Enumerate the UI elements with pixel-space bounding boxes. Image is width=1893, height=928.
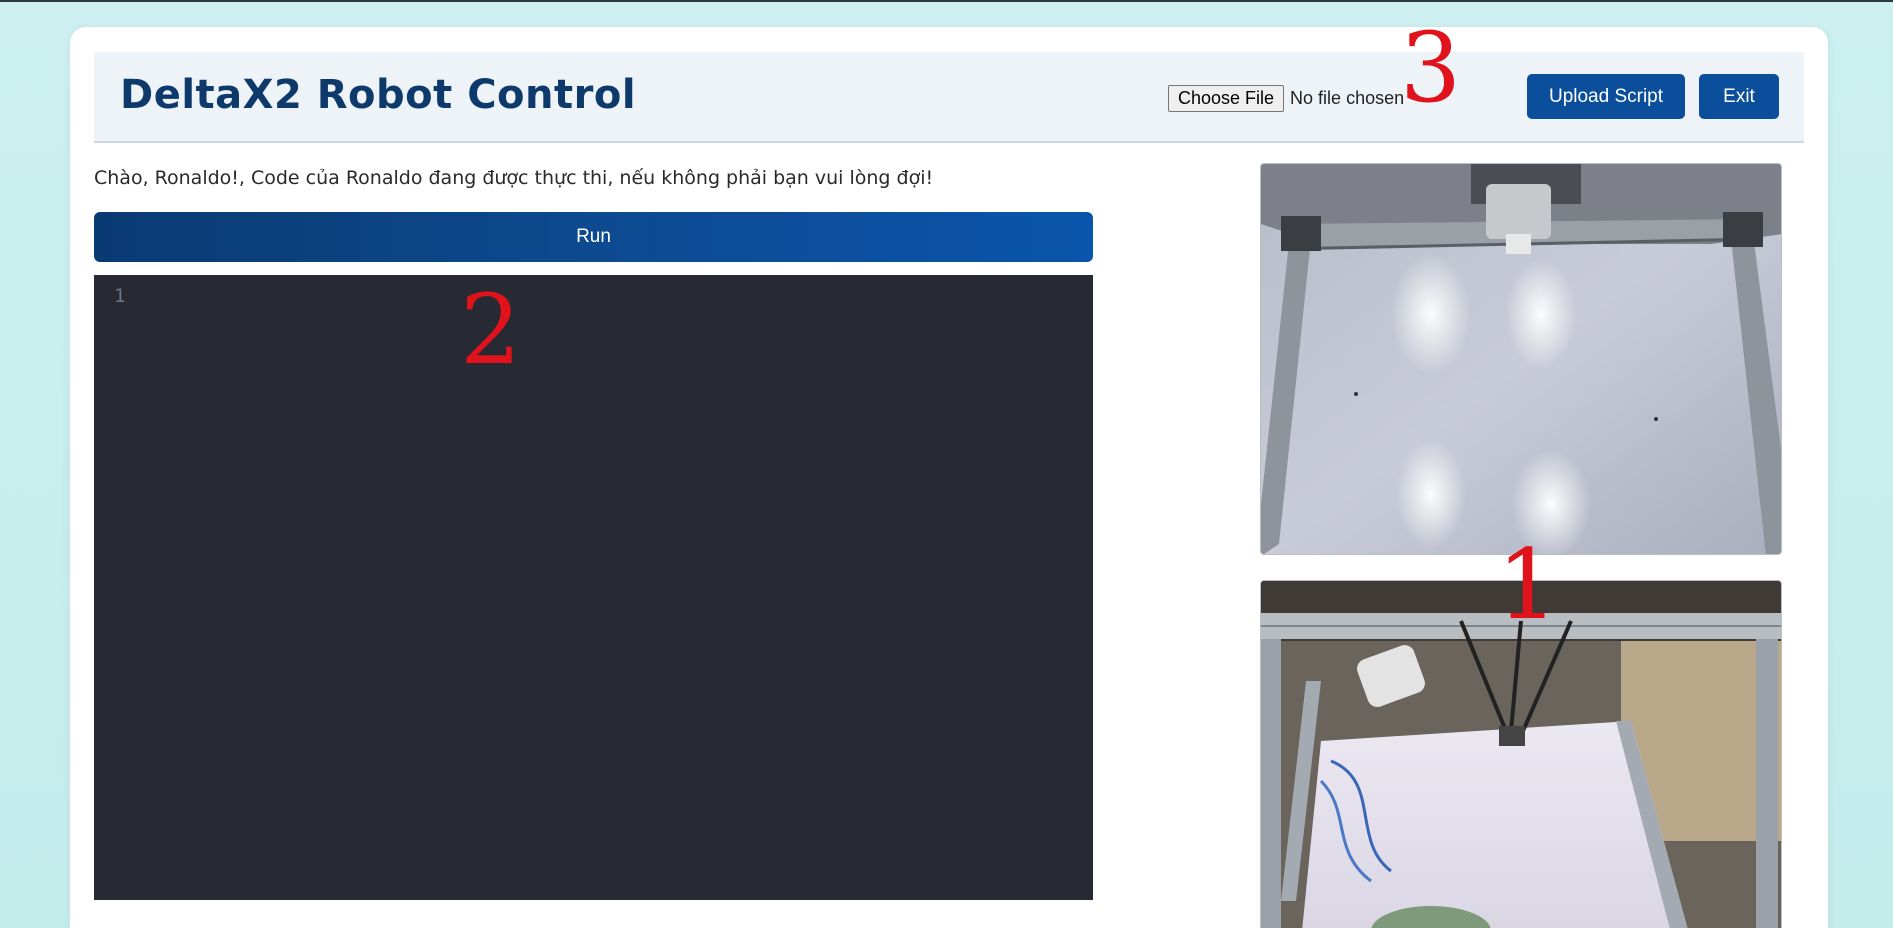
page-title: DeltaX2 Robot Control [120, 72, 637, 118]
annotation-marker-2: 2 [460, 274, 522, 386]
camera-feed-top [1260, 163, 1782, 555]
upload-script-button[interactable]: Upload Script [1527, 74, 1685, 119]
header-bar: DeltaX2 Robot Control Choose File No fil… [94, 52, 1804, 143]
annotation-marker-3: 3 [1400, 12, 1462, 124]
exit-button[interactable]: Exit [1699, 74, 1779, 119]
code-editor[interactable]: 1 [94, 275, 1093, 900]
file-picker[interactable]: Choose File No file chosen [1168, 85, 1404, 112]
camera-top-image [1261, 164, 1781, 554]
run-button[interactable]: Run [94, 212, 1093, 262]
annotation-marker-1: 1 [1497, 529, 1559, 641]
main-card: DeltaX2 Robot Control Choose File No fil… [70, 27, 1828, 928]
line-number: 1 [114, 285, 126, 307]
window-top-border [0, 0, 1893, 2]
greeting-message: Chào, Ronaldo!, Code của Ronaldo đang đư… [94, 167, 934, 189]
choose-file-button[interactable]: Choose File [1168, 85, 1285, 112]
file-status-text: No file chosen [1290, 88, 1405, 108]
